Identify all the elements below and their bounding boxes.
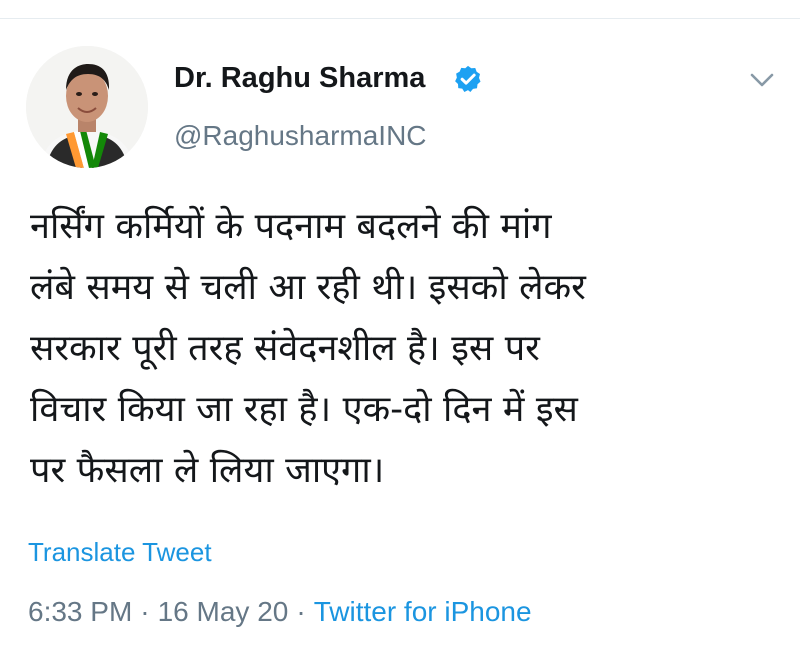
profile-photo bbox=[26, 46, 148, 168]
tweet-timestamp[interactable]: 6:33 PM · 16 May 20 bbox=[28, 596, 288, 627]
author-avatar[interactable] bbox=[26, 46, 148, 168]
top-divider bbox=[0, 18, 800, 19]
author-handle[interactable]: @RaghusharmaINC bbox=[174, 116, 427, 156]
tweet-time: 6:33 PM bbox=[28, 596, 133, 627]
author-display-name[interactable]: Dr. Raghu Sharma bbox=[174, 58, 425, 98]
tweet-date: 16 May 20 bbox=[157, 596, 289, 627]
chevron-down-icon[interactable] bbox=[746, 64, 778, 96]
tweet-text: नर्सिंग कर्मियों के पदनाम बदलने की मांग … bbox=[30, 196, 780, 501]
verified-badge-icon bbox=[455, 65, 481, 92]
tweet-source-link[interactable]: Twitter for iPhone bbox=[314, 596, 532, 627]
tweet-text-line: नर्सिंग कर्मियों के पदनाम बदलने की मांग bbox=[30, 206, 552, 247]
tweet-text-line: विचार किया जा रहा है। एक-दो दिन में इस bbox=[30, 389, 578, 430]
translate-tweet-link[interactable]: Translate Tweet bbox=[28, 534, 212, 570]
tweet-text-line: लंबे समय से चली आ रही थी। इसको लेकर bbox=[30, 267, 586, 308]
meta-separator: · bbox=[140, 596, 150, 627]
tweet-text-line: सरकार पूरी तरह संवेदनशील है। इस पर bbox=[30, 328, 540, 369]
meta-separator: · bbox=[296, 596, 306, 627]
tweet-text-line: पर फैसला ले लिया जाएगा। bbox=[30, 450, 385, 491]
tweet-meta: 6:33 PM · 16 May 20 · Twitter for iPhone bbox=[28, 592, 532, 632]
